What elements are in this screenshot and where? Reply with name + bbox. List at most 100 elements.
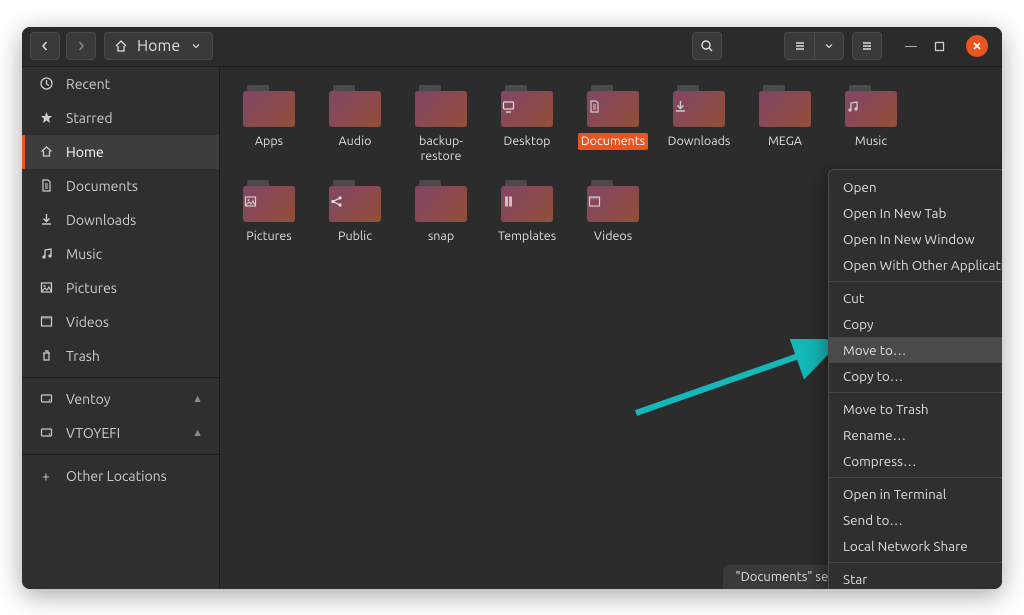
folder-desktop[interactable]: Desktop bbox=[484, 81, 570, 176]
folder-apps[interactable]: Apps bbox=[226, 81, 312, 176]
folder-label: Templates bbox=[495, 228, 559, 246]
folder-icon bbox=[759, 85, 811, 127]
minimize-button[interactable]: — bbox=[902, 40, 920, 53]
sidebar: Recent Starred Home Documents DownloadsMusic… bbox=[22, 67, 220, 589]
folder-icon bbox=[415, 180, 467, 222]
menu-item-label: Cut bbox=[843, 290, 864, 306]
menu-item-label: Open In New Tab bbox=[843, 205, 946, 221]
sidebar-mount-vtoyefi[interactable]: VTOYEFI▲ bbox=[22, 416, 219, 450]
sidebar-item-label: Starred bbox=[66, 110, 113, 126]
folder-label: Videos bbox=[591, 228, 635, 246]
annotation-arrow bbox=[630, 339, 840, 419]
forward-button[interactable] bbox=[66, 32, 96, 60]
menu-item-move-to-trash[interactable]: Move to TrashDelete bbox=[829, 396, 1002, 422]
picture-icon bbox=[243, 194, 295, 209]
content-area[interactable]: Apps Audio backup-restore Desktop Docume… bbox=[220, 67, 1002, 589]
sidebar-item-trash[interactable]: Trash bbox=[22, 339, 219, 373]
plus-icon: + bbox=[38, 468, 54, 484]
sidebar-mount-ventoy[interactable]: Ventoy ▲ bbox=[22, 382, 219, 416]
folder-videos[interactable]: Videos bbox=[570, 176, 656, 256]
folder-label: Documents bbox=[578, 133, 648, 151]
folder-label: snap bbox=[425, 228, 457, 246]
menu-item-open-in-terminal[interactable]: Open in Terminal bbox=[829, 481, 1002, 507]
document-icon bbox=[587, 99, 639, 114]
desktop-icon bbox=[501, 99, 553, 114]
maximize-button[interactable] bbox=[934, 41, 952, 52]
folder-audio[interactable]: Audio bbox=[312, 81, 398, 176]
folder-documents[interactable]: Documents bbox=[570, 81, 656, 176]
folder-pictures[interactable]: Pictures bbox=[226, 176, 312, 256]
folder-label: Pictures bbox=[243, 228, 294, 246]
sidebar-item-videos[interactable]: Videos bbox=[22, 305, 219, 339]
sidebar-item-label: Pictures bbox=[66, 280, 117, 296]
star-icon bbox=[38, 110, 54, 126]
menu-item-star[interactable]: Star bbox=[829, 566, 1002, 589]
video-icon bbox=[587, 194, 639, 209]
sidebar-item-starred[interactable]: Starred bbox=[22, 101, 219, 135]
sidebar-item-pictures[interactable]: Pictures bbox=[22, 271, 219, 305]
folder-icon bbox=[329, 180, 381, 222]
menu-item-label: Open In New Window bbox=[843, 231, 975, 247]
music-icon bbox=[38, 246, 54, 262]
menu-item-compress[interactable]: Compress… bbox=[829, 448, 1002, 474]
menu-item-copy[interactable]: CopyCtrl+C bbox=[829, 311, 1002, 337]
folder-icon bbox=[587, 85, 639, 127]
sidebar-item-label: Other Locations bbox=[66, 468, 167, 484]
sidebar-item-documents[interactable]: Documents bbox=[22, 169, 219, 203]
eject-icon[interactable]: ▲ bbox=[192, 427, 203, 439]
menu-separator bbox=[829, 392, 1002, 393]
sidebar-item-label: Recent bbox=[66, 76, 110, 92]
menu-item-label: Move to Trash bbox=[843, 401, 929, 417]
menu-button[interactable] bbox=[852, 32, 882, 60]
file-manager-window: Home — Recent Starred Home Documents Downloa… bbox=[22, 27, 1002, 589]
menu-item-open-in-new-window[interactable]: Open In New WindowShift+Return bbox=[829, 226, 1002, 252]
folder-icon bbox=[501, 85, 553, 127]
eject-icon[interactable]: ▲ bbox=[192, 393, 203, 405]
folder-label: Audio bbox=[336, 133, 375, 151]
sidebar-other-locations[interactable]: + Other Locations bbox=[22, 459, 219, 493]
back-button[interactable] bbox=[30, 32, 60, 60]
folder-music[interactable]: Music bbox=[828, 81, 914, 176]
disk-icon bbox=[38, 391, 54, 407]
folder-snap[interactable]: snap bbox=[398, 176, 484, 256]
menu-item-copy-to[interactable]: Copy to… bbox=[829, 363, 1002, 389]
chevron-right-icon bbox=[73, 38, 89, 54]
sidebar-item-home[interactable]: Home bbox=[22, 135, 219, 169]
folder-label: backup-restore bbox=[399, 133, 483, 166]
sidebar-item-music[interactable]: Music bbox=[22, 237, 219, 271]
folder-templates[interactable]: Templates bbox=[484, 176, 570, 256]
search-button[interactable] bbox=[692, 32, 722, 60]
folder-label: MEGA bbox=[765, 133, 805, 151]
titlebar: Home — bbox=[22, 27, 1002, 67]
sidebar-item-label: Trash bbox=[66, 348, 100, 364]
folder-icon bbox=[243, 180, 295, 222]
menu-separator bbox=[829, 477, 1002, 478]
menu-separator bbox=[829, 281, 1002, 282]
folder-icon bbox=[587, 180, 639, 222]
folder-downloads[interactable]: Downloads bbox=[656, 81, 742, 176]
view-dropdown-button[interactable] bbox=[814, 32, 844, 60]
folder-label: Music bbox=[852, 133, 890, 151]
menu-item-move-to[interactable]: Move to… bbox=[829, 337, 1002, 363]
menu-item-rename[interactable]: Rename…F2 bbox=[829, 422, 1002, 448]
folder-public[interactable]: Public bbox=[312, 176, 398, 256]
menu-item-cut[interactable]: CutCtrl+X bbox=[829, 285, 1002, 311]
list-view-button[interactable] bbox=[784, 32, 814, 60]
home-icon bbox=[113, 38, 129, 54]
view-switcher bbox=[784, 32, 844, 60]
menu-item-local-network-share[interactable]: Local Network Share bbox=[829, 533, 1002, 559]
menu-item-label: Open bbox=[843, 179, 877, 195]
menu-item-open-in-new-tab[interactable]: Open In New TabCtrl+Return bbox=[829, 200, 1002, 226]
sidebar-item-downloads[interactable]: Downloads bbox=[22, 203, 219, 237]
folder-backup-restore[interactable]: backup-restore bbox=[398, 81, 484, 176]
path-bar[interactable]: Home bbox=[104, 32, 213, 60]
folder-mega[interactable]: MEGA bbox=[742, 81, 828, 176]
sidebar-item-label: Documents bbox=[66, 178, 138, 194]
menu-item-send-to[interactable]: Send to… bbox=[829, 507, 1002, 533]
close-button[interactable] bbox=[966, 35, 988, 57]
sidebar-item-recent[interactable]: Recent bbox=[22, 67, 219, 101]
menu-item-open-with-other-application[interactable]: Open With Other Application bbox=[829, 252, 1002, 278]
menu-item-open[interactable]: OpenReturn bbox=[829, 174, 1002, 200]
sidebar-item-label: Ventoy bbox=[66, 391, 111, 407]
folder-label: Desktop bbox=[501, 133, 554, 151]
